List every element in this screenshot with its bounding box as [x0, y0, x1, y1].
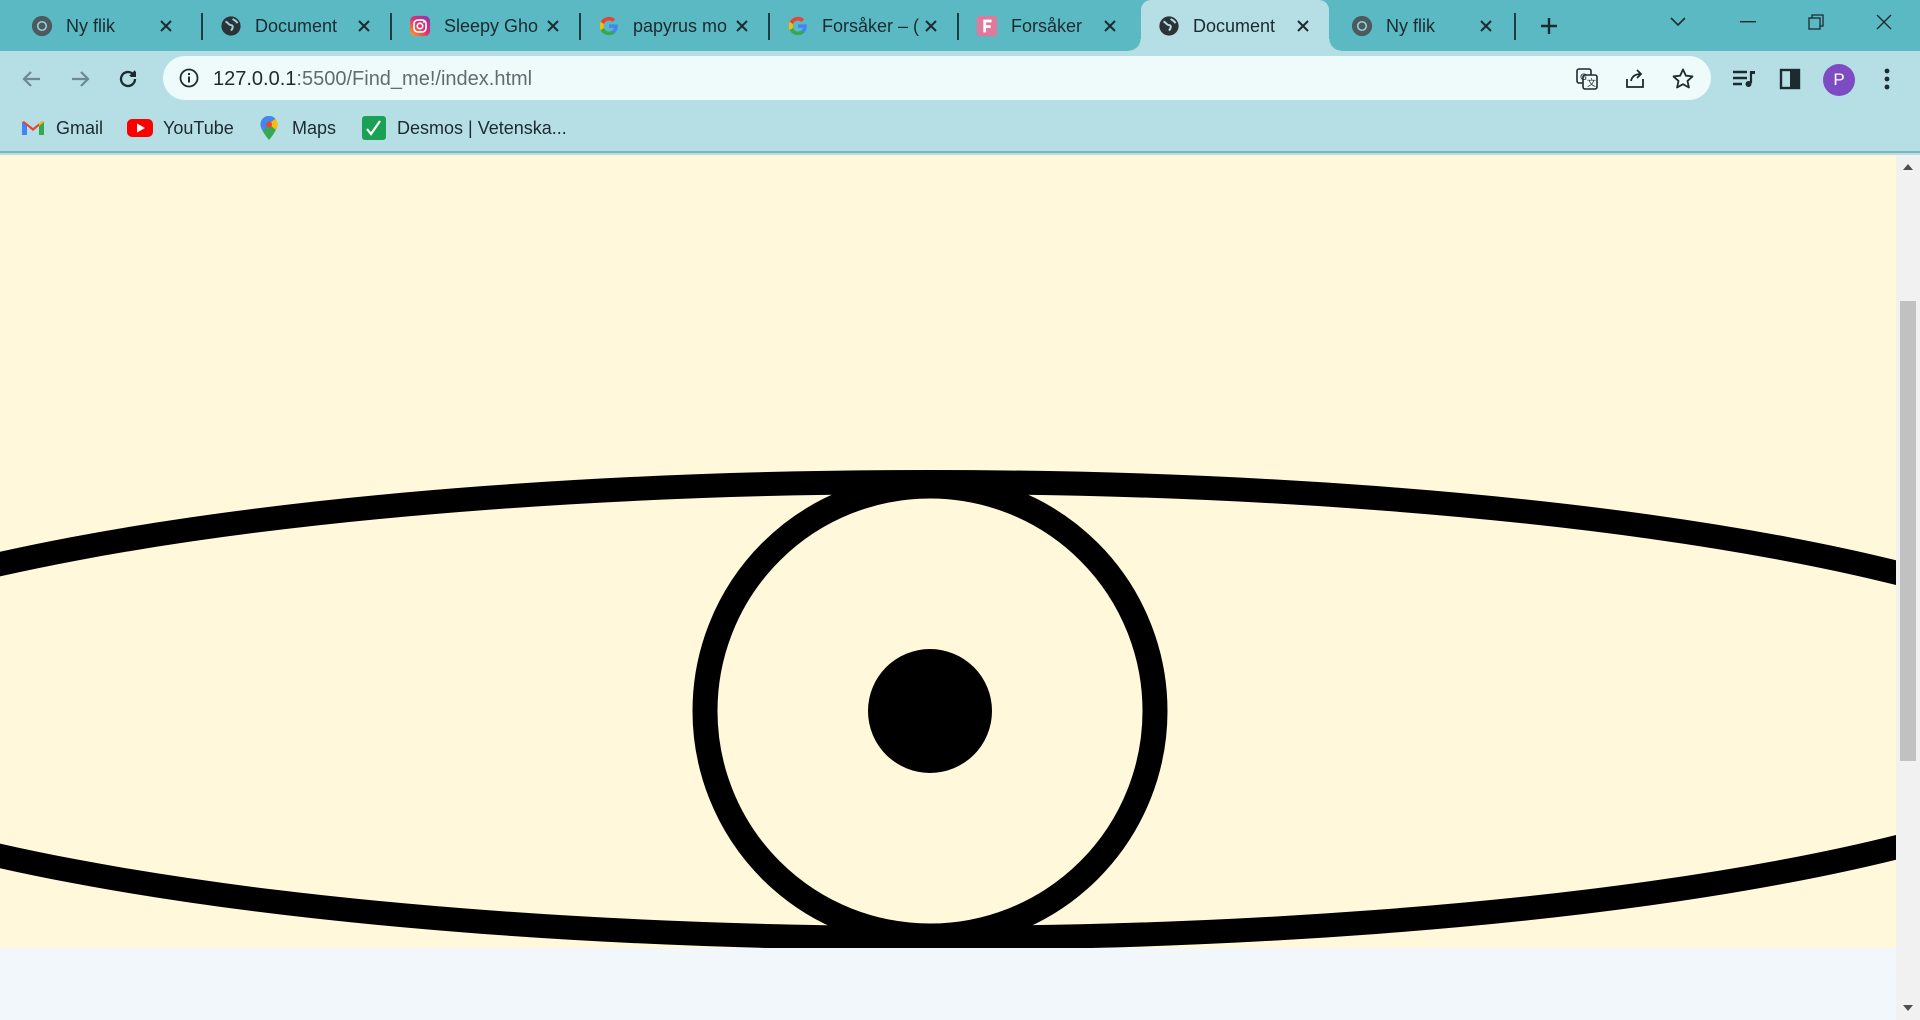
close-icon[interactable]: [730, 14, 754, 38]
bookmark-youtube[interactable]: YouTube: [127, 113, 234, 143]
browser-window: Ny flik Document Sleepy Gho papyrus mo F…: [0, 0, 1920, 1020]
bookmark-maps[interactable]: Maps: [256, 113, 336, 143]
close-icon[interactable]: [541, 14, 565, 38]
eye-drawing: [0, 470, 1896, 948]
chrome-icon: [1350, 14, 1374, 38]
close-icon: [1876, 14, 1892, 30]
gmail-icon: [20, 115, 46, 141]
forward-button[interactable]: [60, 59, 100, 99]
scrollbar-thumb[interactable]: [1900, 301, 1916, 761]
profile-avatar[interactable]: P: [1823, 64, 1855, 96]
globe-icon: [1157, 14, 1181, 38]
chrome-icon: [30, 14, 54, 38]
tab-separator: [1514, 13, 1516, 40]
tab-strip: Ny flik Document Sleepy Gho papyrus mo F…: [0, 0, 1920, 51]
share-icon[interactable]: [1622, 66, 1648, 92]
toolbar: 127.0.0.1:5500/Find_me!/index.html G文 P: [0, 51, 1920, 107]
close-icon[interactable]: [154, 14, 178, 38]
youtube-icon: [127, 115, 153, 141]
maps-icon: [256, 115, 282, 141]
page-viewport: [0, 155, 1920, 1020]
close-icon[interactable]: [1098, 14, 1122, 38]
chevron-down-icon: [1670, 17, 1686, 27]
bookmark-desmos[interactable]: Desmos | Vetenska...: [361, 113, 567, 143]
restore-button[interactable]: [1784, 0, 1848, 44]
page-body-background: [0, 948, 1896, 1020]
address-bar[interactable]: 127.0.0.1:5500/Find_me!/index.html G文: [163, 56, 1711, 100]
close-icon[interactable]: [1291, 14, 1315, 38]
bookmark-label: YouTube: [163, 117, 234, 138]
back-button[interactable]: [12, 59, 52, 99]
globe-icon: [219, 14, 243, 38]
tab-forsaker-google[interactable]: Forsåker – (: [770, 0, 957, 51]
google-icon: [597, 14, 621, 38]
url-path: :5500/Find_me!/index.html: [296, 68, 533, 90]
scroll-down-arrow-icon[interactable]: [1896, 998, 1920, 1018]
desmos-icon: [361, 115, 387, 141]
close-window-button[interactable]: [1852, 0, 1916, 44]
bookmark-label: Maps: [292, 117, 337, 138]
tab-papyrus[interactable]: papyrus mo: [581, 0, 768, 51]
google-icon: [786, 14, 810, 38]
tab-ny-flik-2[interactable]: Ny flik: [1334, 0, 1512, 51]
media-control-icon[interactable]: [1729, 64, 1759, 94]
url-host: 127.0.0.1: [213, 68, 297, 90]
arrow-left-icon: [22, 71, 40, 87]
bookmark-label: Desmos | Vetenska...: [397, 117, 567, 138]
close-icon[interactable]: [352, 14, 376, 38]
new-tab-button[interactable]: [1533, 11, 1565, 41]
side-panel-icon[interactable]: [1775, 64, 1805, 94]
translate-icon[interactable]: G文: [1574, 66, 1600, 92]
svg-text:G: G: [1580, 73, 1587, 83]
tab-search-button[interactable]: [1646, 0, 1710, 44]
vertical-scrollbar[interactable]: [1896, 155, 1920, 1020]
reload-button[interactable]: [108, 59, 148, 99]
arrow-right-icon: [72, 71, 90, 87]
tab-forsaker[interactable]: Forsåker: [959, 0, 1136, 51]
url-text[interactable]: 127.0.0.1:5500/Find_me!/index.html: [213, 67, 532, 91]
info-icon[interactable]: [177, 66, 201, 90]
tab-ny-flik-1[interactable]: Ny flik: [14, 0, 192, 51]
scroll-up-arrow-icon[interactable]: [1896, 157, 1920, 177]
tab-document-active[interactable]: Document: [1129, 0, 1341, 51]
minimize-button[interactable]: [1716, 0, 1780, 44]
close-icon[interactable]: [1474, 14, 1498, 38]
bookmark-gmail[interactable]: Gmail: [20, 113, 103, 143]
bookmark-label: Gmail: [56, 117, 104, 138]
close-icon[interactable]: [919, 14, 943, 38]
restore-icon: [1808, 14, 1824, 30]
reload-icon: [119, 70, 137, 88]
menu-dots-icon[interactable]: [1872, 64, 1902, 94]
plus-icon: [1541, 18, 1557, 34]
forsaker-icon: [975, 14, 999, 38]
instagram-icon: [408, 14, 432, 38]
bookmarks-bar: Gmail YouTube Maps Desmos | Vetenska...: [0, 107, 1920, 153]
tab-sleepy-ghost[interactable]: Sleepy Gho: [392, 0, 579, 51]
eye-pupil: [868, 649, 992, 773]
tab-document-1[interactable]: Document: [203, 0, 390, 51]
page-content: [0, 155, 1896, 948]
svg-text:文: 文: [1587, 77, 1596, 89]
minimize-icon: [1740, 21, 1756, 23]
star-icon[interactable]: [1670, 66, 1696, 92]
